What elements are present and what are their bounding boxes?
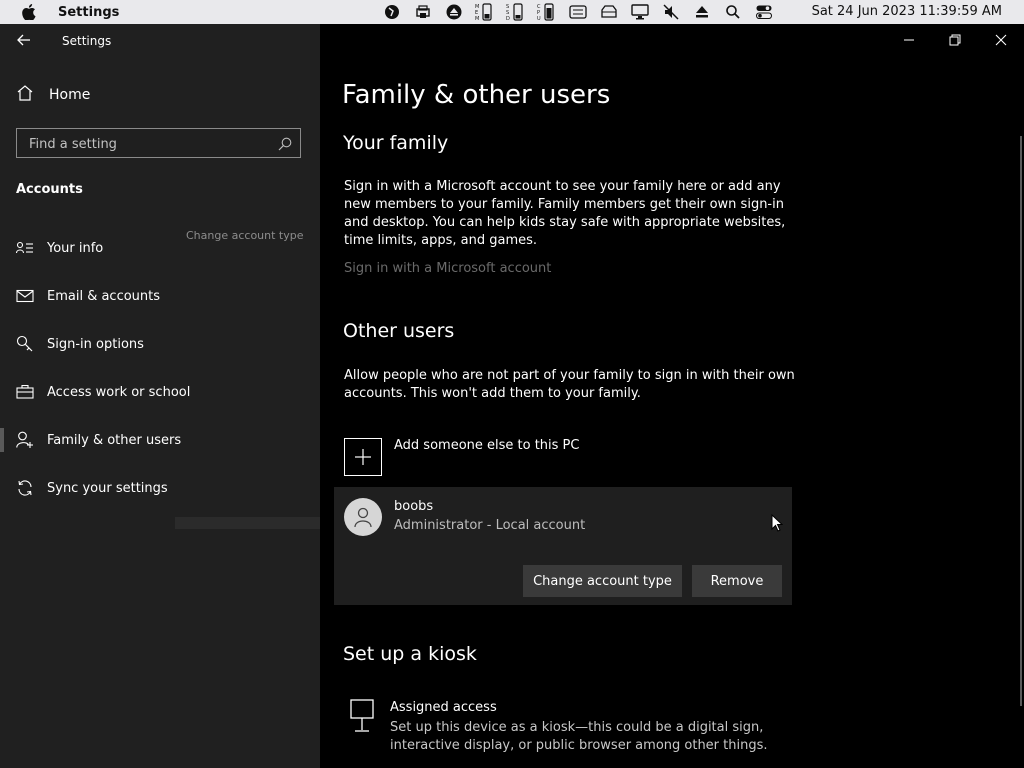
main-content: Family & other users Your family Sign in… [320, 24, 1024, 768]
display-icon[interactable] [624, 0, 655, 24]
window-title: Settings [62, 34, 112, 48]
person-icon [354, 507, 372, 528]
search-input[interactable] [27, 133, 271, 155]
family-heading: Your family [343, 132, 449, 154]
cpu-icon[interactable]: CPU [531, 0, 562, 24]
sidebar-item-family-users[interactable]: Family & other users [16, 431, 181, 449]
menubar-clock[interactable]: Sat 24 Jun 2023 11:39:59 AM [812, 4, 1002, 19]
briefcase-icon [16, 383, 36, 401]
globe-icon[interactable] [376, 0, 407, 24]
search-icon[interactable] [278, 136, 292, 155]
home-icon [16, 84, 34, 106]
sidebar-item-label: Sign-in options [47, 336, 144, 352]
avatar [344, 498, 382, 536]
back-arrow-icon[interactable] [16, 32, 34, 50]
sign-in-microsoft-link[interactable]: Sign in with a Microsoft account [344, 261, 551, 276]
kiosk-icon [348, 698, 376, 738]
control-center-icon[interactable] [748, 0, 779, 24]
drive-icon[interactable] [593, 0, 624, 24]
status-icons: MEM SSD CPU [376, 0, 779, 24]
assigned-access-title[interactable]: Assigned access [390, 700, 497, 715]
sidebar-item-email-accounts[interactable]: Email & accounts [16, 287, 160, 305]
plus-icon [355, 449, 371, 465]
user-account-card[interactable]: boobs Administrator - Local account Chan… [334, 487, 792, 605]
svg-text:D: D [506, 16, 510, 21]
eject-circle-icon[interactable] [438, 0, 469, 24]
nav-home-label: Home [49, 87, 91, 103]
mouse-cursor-icon [771, 513, 784, 536]
memory-icon[interactable]: MEM [469, 0, 500, 24]
svg-text:M: M [475, 16, 479, 21]
sidebar-item-label: Sync your settings [47, 480, 168, 496]
family-description: Sign in with a Microsoft account to see … [344, 179, 786, 248]
sidebar-item-access-work[interactable]: Access work or school [16, 383, 190, 401]
search-box[interactable] [16, 128, 301, 158]
printer-icon[interactable] [407, 0, 438, 24]
user-name: boobs [394, 499, 434, 514]
page-title: Family & other users [342, 80, 611, 110]
section-heading-accounts: Accounts [16, 182, 83, 197]
assigned-access-description: Set up this device as a kiosk—this could… [390, 720, 768, 753]
sync-icon [16, 479, 36, 497]
menu-bar: Settings MEM SSD CPU Sat 24 Jun 2023 11:… [0, 0, 1024, 24]
key-icon [16, 335, 36, 353]
ghost-tooltip-text: Change account type [186, 229, 304, 242]
user-role: Administrator - Local account [394, 518, 586, 533]
sidebar-item-label: Access work or school [47, 384, 191, 400]
person-add-icon [16, 431, 36, 449]
svg-text:U: U [537, 16, 541, 21]
list-icon[interactable] [562, 0, 593, 24]
add-user-button[interactable] [344, 438, 382, 476]
kiosk-heading: Set up a kiosk [343, 643, 477, 665]
apple-icon[interactable] [22, 4, 38, 20]
contact-card-icon [16, 239, 36, 257]
app-name[interactable]: Settings [58, 5, 119, 20]
eject-icon[interactable] [686, 0, 717, 24]
mute-icon[interactable] [655, 0, 686, 24]
minimize-icon[interactable] [897, 30, 921, 50]
mail-icon [16, 287, 36, 305]
search-icon[interactable] [717, 0, 748, 24]
sidebar-item-your-info[interactable]: Your info [16, 239, 103, 257]
add-user-label[interactable]: Add someone else to this PC [394, 438, 579, 453]
nav-home[interactable]: Home [16, 84, 90, 106]
ssd-icon[interactable]: SSD [500, 0, 531, 24]
change-account-type-button[interactable]: Change account type [523, 565, 682, 597]
active-indicator [0, 428, 4, 452]
restore-icon[interactable] [943, 30, 967, 50]
close-icon[interactable] [989, 30, 1013, 50]
sidebar: Settings Home Accounts Change account ty… [0, 24, 320, 768]
sidebar-item-label: Family & other users [47, 432, 182, 448]
sidebar-item-sync-settings[interactable]: Sync your settings [16, 479, 168, 497]
remove-button[interactable]: Remove [692, 565, 782, 597]
sidebar-item-sign-in-options[interactable]: Sign-in options [16, 335, 144, 353]
scrollbar[interactable] [1020, 136, 1022, 706]
sidebar-item-label: Your info [47, 240, 104, 256]
other-users-heading: Other users [343, 320, 455, 342]
sidebar-item-label: Email & accounts [47, 288, 161, 304]
other-users-description: Allow people who are not part of your fa… [344, 368, 795, 401]
